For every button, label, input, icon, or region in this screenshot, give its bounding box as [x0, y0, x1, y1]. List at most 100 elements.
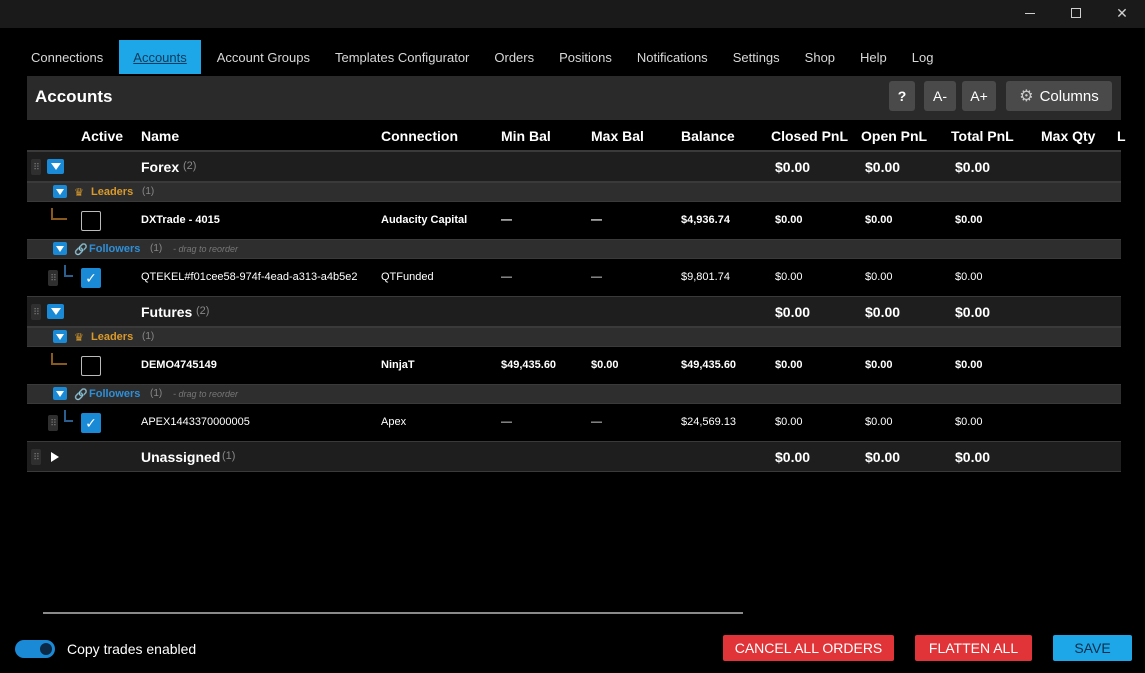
- tab-account-groups[interactable]: Account Groups: [208, 40, 319, 74]
- font-increase-button[interactable]: A+: [962, 81, 996, 111]
- collapse-button[interactable]: [47, 304, 64, 319]
- col-connection[interactable]: Connection: [381, 128, 458, 144]
- accounts-panel-header: Accounts ? A- A+ ⚙ Columns: [27, 76, 1121, 120]
- columns-button[interactable]: ⚙ Columns: [1006, 81, 1112, 111]
- leaders-row[interactable]: ♛ Leaders (1): [27, 327, 1121, 347]
- drag-handle-icon[interactable]: ⠿: [48, 270, 58, 286]
- group-total-pnl: $0.00: [955, 159, 991, 175]
- account-name: APEX1443370000005: [141, 416, 250, 428]
- collapse-button[interactable]: [53, 185, 67, 198]
- maximize-button[interactable]: [1053, 0, 1099, 26]
- tab-settings[interactable]: Settings: [724, 40, 789, 74]
- col-min-bal[interactable]: Min Bal: [501, 128, 551, 144]
- cancel-all-orders-button[interactable]: CANCEL ALL ORDERS: [723, 635, 894, 661]
- tab-orders[interactable]: Orders: [485, 40, 543, 74]
- collapse-button[interactable]: [53, 387, 67, 400]
- tab-notifications[interactable]: Notifications: [628, 40, 717, 74]
- maximize-icon: [1071, 8, 1081, 18]
- tab-accounts[interactable]: Accounts: [119, 40, 201, 74]
- leaders-label: Leaders: [91, 331, 134, 343]
- drag-handle-icon[interactable]: ⠿: [31, 449, 41, 465]
- followers-row[interactable]: 🔗 Followers (1) - drag to reorder: [27, 384, 1121, 404]
- copy-trades-toggle[interactable]: [15, 640, 55, 658]
- tree-connector: [64, 410, 73, 422]
- active-checkbox[interactable]: [81, 356, 101, 376]
- tab-positions[interactable]: Positions: [550, 40, 621, 74]
- panel-title: Accounts: [35, 87, 113, 106]
- link-icon: 🔗: [74, 389, 88, 401]
- account-max-bal[interactable]: —: [591, 416, 602, 428]
- drag-handle-icon[interactable]: ⠿: [31, 304, 41, 320]
- active-checkbox[interactable]: [81, 211, 101, 231]
- leaders-row[interactable]: ♛ Leaders (1): [27, 182, 1121, 202]
- followers-count: (1): [150, 388, 163, 399]
- col-max-qty[interactable]: Max Qty: [1041, 128, 1095, 144]
- horizontal-scrollbar[interactable]: [43, 612, 743, 614]
- close-button[interactable]: ✕: [1099, 0, 1145, 26]
- col-name[interactable]: Name: [141, 128, 179, 144]
- account-row[interactable]: ⠿ ✓ APEX1443370000005 Apex — — $24,569.1…: [27, 404, 1121, 441]
- check-icon: ✓: [85, 414, 97, 431]
- flatten-all-button[interactable]: FLATTEN ALL: [915, 635, 1032, 661]
- help-button[interactable]: ?: [889, 81, 915, 111]
- expand-icon[interactable]: [51, 452, 59, 462]
- crown-icon: ♛: [74, 332, 84, 344]
- chevron-down-icon: [56, 390, 64, 397]
- group-name: Forex: [141, 159, 180, 175]
- col-total-pnl[interactable]: Total PnL: [951, 128, 1014, 144]
- account-row[interactable]: DXTrade - 4015 Audacity Capital — — $4,9…: [27, 202, 1121, 239]
- account-min-bal[interactable]: —: [501, 214, 512, 226]
- account-max-bal[interactable]: —: [591, 214, 602, 226]
- col-max-bal[interactable]: Max Bal: [591, 128, 644, 144]
- collapse-button[interactable]: [53, 242, 67, 255]
- main-tabs: Connections Accounts Account Groups Temp…: [22, 40, 950, 74]
- account-open-pnl: $0.00: [865, 359, 893, 371]
- group-count: (2): [183, 160, 197, 172]
- col-open-pnl[interactable]: Open PnL: [861, 128, 927, 144]
- tab-log[interactable]: Log: [903, 40, 943, 74]
- drag-handle-icon[interactable]: ⠿: [48, 415, 58, 431]
- followers-label: Followers: [89, 243, 141, 255]
- followers-row[interactable]: 🔗 Followers (1) - drag to reorder: [27, 239, 1121, 259]
- account-balance: $49,435.60: [681, 359, 737, 371]
- account-min-bal[interactable]: $49,435.60: [501, 359, 556, 371]
- active-checkbox[interactable]: ✓: [81, 268, 101, 288]
- save-button[interactable]: SAVE: [1053, 635, 1132, 661]
- tab-shop[interactable]: Shop: [796, 40, 844, 74]
- col-active[interactable]: Active: [81, 128, 123, 144]
- tree-connector: [64, 265, 73, 277]
- collapse-button[interactable]: [53, 330, 67, 343]
- drag-handle-icon[interactable]: ⠿: [31, 159, 41, 175]
- tab-connections[interactable]: Connections: [22, 40, 112, 74]
- account-max-bal[interactable]: $0.00: [591, 359, 619, 371]
- active-checkbox[interactable]: ✓: [81, 413, 101, 433]
- account-min-bal[interactable]: —: [501, 416, 512, 428]
- minimize-button[interactable]: [1007, 0, 1053, 26]
- group-count: (1): [222, 450, 236, 462]
- group-closed-pnl: $0.00: [775, 449, 811, 465]
- drag-hint: - drag to reorder: [173, 389, 239, 399]
- col-balance[interactable]: Balance: [681, 128, 735, 144]
- account-name: DEMO4745149: [141, 359, 217, 371]
- group-row-unassigned[interactable]: ⠿ Unassigned (1) $0.00 $0.00 $0.00: [27, 441, 1121, 472]
- col-closed-pnl[interactable]: Closed PnL: [771, 128, 848, 144]
- account-max-bal[interactable]: —: [591, 271, 602, 283]
- font-decrease-button[interactable]: A-: [924, 81, 956, 111]
- account-min-bal[interactable]: —: [501, 271, 512, 283]
- account-row[interactable]: ⠿ ✓ QTEKEL#f01cee58-974f-4ead-a313-a4b5e…: [27, 259, 1121, 296]
- tab-templates-configurator[interactable]: Templates Configurator: [326, 40, 478, 74]
- group-row-forex[interactable]: ⠿ Forex (2) $0.00 $0.00 $0.00: [27, 151, 1121, 182]
- collapse-button[interactable]: [47, 159, 64, 174]
- account-open-pnl: $0.00: [865, 214, 893, 226]
- followers-count: (1): [150, 243, 163, 254]
- group-count: (2): [196, 305, 210, 317]
- account-row[interactable]: DEMO4745149 NinjaT $49,435.60 $0.00 $49,…: [27, 347, 1121, 384]
- col-l[interactable]: L: [1117, 128, 1126, 144]
- followers-label: Followers: [89, 388, 141, 400]
- account-balance: $4,936.74: [681, 214, 730, 226]
- tab-help[interactable]: Help: [851, 40, 896, 74]
- account-closed-pnl: $0.00: [775, 214, 803, 226]
- group-row-futures[interactable]: ⠿ Futures (2) $0.00 $0.00 $0.00: [27, 296, 1121, 327]
- group-closed-pnl: $0.00: [775, 159, 811, 175]
- account-total-pnl: $0.00: [955, 271, 983, 283]
